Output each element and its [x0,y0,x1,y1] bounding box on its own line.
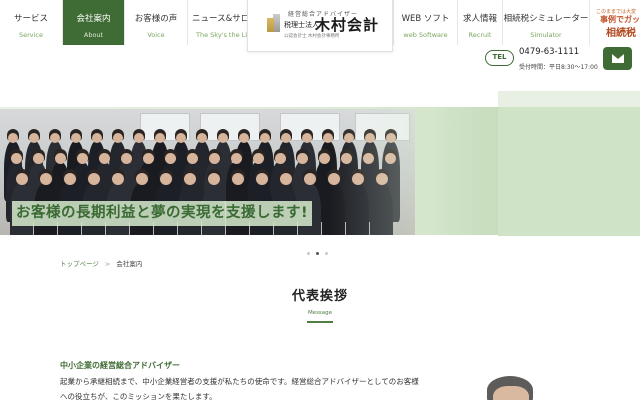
nav-item-news-salon[interactable]: ニュース&サロン The Sky's the Limit [188,0,248,45]
logo-company-name: 木村会計 [315,16,380,34]
nav-item-voice[interactable]: お客様の声 Voice [125,0,188,45]
nav-item-sub: Voice [147,31,165,39]
nav-item-recruit[interactable]: 求人情報 Recruit [458,0,503,45]
section-title: 代表挨拶 [291,289,348,304]
nav-item-label: 求人情報 [462,14,497,24]
nav-item-about[interactable]: 会社案内 About [63,0,125,45]
nav-item-sub: Service [18,31,44,39]
slider-dots [307,240,334,259]
inheritance-tax-banner[interactable]: このままでは大変 事例でガッテ 相続税 [590,0,640,45]
representative-portrait [484,376,538,400]
logo-mark-icon [267,18,274,32]
nav-item-sub: Simulator [530,31,562,39]
logo-corp-type: 税理士法人 [284,21,319,29]
slider-dot[interactable] [307,252,310,255]
site-logo[interactable]: 経営総合アドバイザー 税理士法人 木村会計 公認会計士 木村会計事務所 [247,0,393,52]
nav-item-label: お客様の声 [134,14,178,24]
hero-caption: お客様の長期利益と夢の実現を支援します! [12,201,313,226]
phone-number-link[interactable]: 0479-63-1111 [519,47,579,57]
nav-item-sub: The Sky's the Limit [196,31,248,39]
slider-dot[interactable] [325,252,328,255]
nav-item-label: WEB ソフト [401,14,450,24]
breadcrumb-home-link[interactable]: トップページ [60,260,99,268]
slider-dot-active[interactable] [316,252,319,255]
message-lead: 中小企業の経営総合アドバイザー [60,361,180,370]
hero-slider[interactable]: お客様の長期利益と夢の実現を支援します! [0,107,498,235]
nav-item-web-software[interactable]: WEB ソフト web Software [393,0,458,45]
nav-item-sub: Recruit [468,31,492,39]
nav-item-label: 会社案内 [76,14,111,24]
promo-subheadline: 相続税 [606,28,636,39]
nav-item-simulator[interactable]: 相続税シミュレーター Simulator [503,0,590,45]
contact-mail-button[interactable] [603,47,632,70]
breadcrumb-current: 会社案内 [116,260,143,268]
nav-item-label: サービス [13,14,48,24]
logo-subline: 公認会計士 木村会計事務所 [284,34,340,39]
envelope-icon [612,54,624,63]
nav-item-label: ニュース&サロン [192,14,247,24]
nav-item-sub: About [83,31,104,39]
hero-side-strip [498,91,640,107]
nav-item-sub: web Software [403,31,448,39]
nav-item-service[interactable]: サービス Service [0,0,63,45]
message-body: 起業から承継相続まで、中小企業経営者の支援が私たちの使命です。経営総合アドバイザ… [60,377,419,400]
section-divider [307,321,333,323]
nav-item-label: 相続税シミュレーター [503,14,589,24]
breadcrumb: トップページ > 会社案内 [60,258,142,268]
breadcrumb-separator: > [104,260,111,268]
tel-badge: TEL [485,50,514,66]
business-hours: 受付時間：平日8:30〜17:00 [519,64,598,71]
hero-side-panel [498,91,640,236]
logo-mark-icon [273,14,280,32]
section-subtitle: Message [307,310,333,316]
